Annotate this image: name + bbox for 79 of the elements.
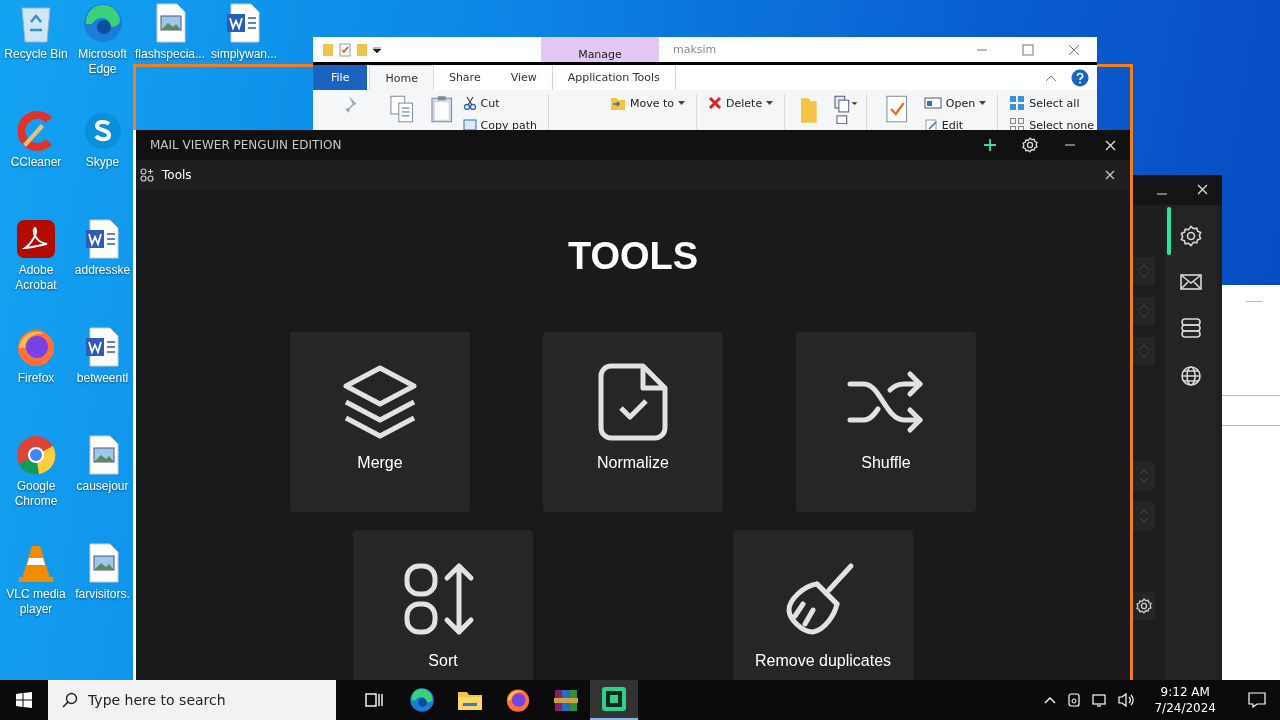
dropdown-caret-icon — [766, 101, 774, 105]
device-icon[interactable] — [1066, 692, 1083, 708]
mail-icon[interactable] — [1180, 273, 1202, 291]
windows-logo-icon[interactable] — [16, 692, 32, 708]
chevron-up-icon[interactable] — [1044, 696, 1057, 704]
folder-arrow-icon — [610, 95, 626, 111]
tool-card[interactable]: Merge — [290, 332, 470, 512]
up-down-icon — [1139, 468, 1149, 484]
ribbon-tab[interactable]: Home — [369, 65, 434, 90]
shuffle-icon — [847, 371, 923, 433]
ribbon-command[interactable]: Select all — [1006, 94, 1097, 112]
up-down-icon — [1139, 508, 1149, 524]
tool-card[interactable]: Shuffle — [796, 332, 976, 512]
minimize-icon — [1157, 193, 1167, 195]
edge-icon — [409, 687, 435, 713]
delete-x-icon — [708, 96, 723, 110]
grid-outline-icon — [1009, 117, 1026, 130]
ribbon-command[interactable]: Delete — [705, 94, 777, 112]
minimize-icon — [1065, 144, 1075, 146]
tool-card[interactable]: Remove duplicates — [733, 530, 913, 680]
grid-icon — [1009, 95, 1026, 111]
window-title: MAIL VIEWER PENGUIN EDITION — [150, 138, 343, 152]
task-view-icon — [364, 691, 384, 709]
plus-icon — [983, 138, 997, 152]
search-icon — [62, 692, 78, 708]
sort-icon — [404, 563, 474, 635]
ribbon-tab[interactable]: View — [495, 65, 552, 90]
ribbon-command[interactable]: Cut — [459, 94, 540, 112]
close-icon — [1196, 184, 1208, 195]
up-down-icon — [1139, 263, 1149, 279]
page-heading: TOOLS — [566, 234, 700, 279]
search-field[interactable]: Type here to search — [48, 680, 336, 720]
tool-card[interactable]: Sort — [353, 530, 533, 680]
scissors-icon — [462, 96, 477, 110]
properties-check-icon[interactable] — [885, 94, 909, 124]
acrobat-icon — [15, 218, 57, 260]
settings-icon — [1022, 137, 1038, 153]
dropdown-caret-icon — [678, 101, 686, 105]
ribbon-command[interactable]: Edit — [920, 116, 990, 130]
file-check-icon — [598, 363, 668, 441]
settings-icon[interactable] — [1180, 225, 1202, 247]
ribbon-tab[interactable]: Share — [433, 65, 496, 90]
up-down-icon — [1139, 343, 1149, 359]
window-title: maksim — [673, 43, 718, 56]
tools-icon — [140, 168, 154, 182]
taskbar-button[interactable] — [590, 680, 638, 720]
firefox-icon — [505, 687, 531, 713]
ribbon-command[interactable]: Move to — [607, 94, 689, 112]
chrome-icon — [15, 434, 57, 476]
archive-books-icon — [553, 687, 579, 713]
layers-icon — [343, 365, 417, 439]
clock[interactable]: 9:12 AM 7/24/2024 — [1146, 684, 1224, 716]
database-icon[interactable] — [1180, 317, 1202, 339]
ribbon-command[interactable]: Select none — [1006, 116, 1097, 130]
copy-to-icon[interactable] — [832, 94, 859, 124]
volume-icon[interactable] — [1118, 692, 1137, 708]
clipboard-icon[interactable] — [430, 94, 454, 124]
folder-icon — [457, 689, 483, 711]
up-down-icon — [1139, 303, 1149, 319]
gear-button[interactable] — [1133, 592, 1155, 620]
context-tab-label: Manage — [541, 37, 659, 62]
checklist-icon[interactable] — [339, 42, 351, 57]
app-icon — [601, 686, 627, 712]
settings-icon — [1136, 598, 1152, 614]
ribbon-command[interactable]: Copy path — [459, 116, 540, 130]
globe-icon[interactable] — [1180, 365, 1202, 387]
help-icon[interactable] — [1071, 68, 1089, 87]
notification-icon[interactable] — [1248, 692, 1266, 708]
ribbon-command[interactable]: Open — [920, 94, 990, 112]
dropdown-caret-icon[interactable] — [373, 46, 381, 53]
window-icon — [923, 97, 942, 109]
tool-card[interactable]: Normalize — [543, 332, 723, 512]
close-icon — [1104, 139, 1116, 151]
dropdown-caret-icon — [979, 101, 987, 105]
ribbon-tab[interactable]: File — [313, 65, 368, 90]
edge-icon — [81, 2, 124, 44]
collapse-caret-icon[interactable] — [1045, 73, 1057, 82]
broom-icon — [786, 563, 854, 635]
close-icon — [1105, 170, 1115, 180]
